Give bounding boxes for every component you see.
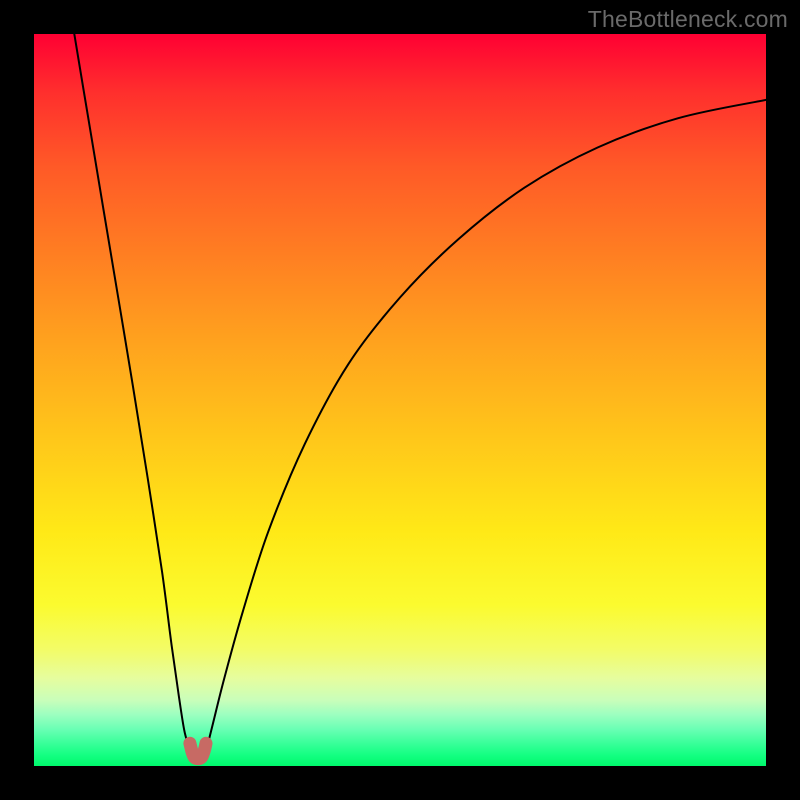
stage: TheBottleneck.com <box>0 0 800 800</box>
right-branch-line <box>208 100 767 746</box>
plot-area <box>34 34 766 766</box>
valley-marker-line <box>190 743 206 758</box>
curve-layer <box>34 34 766 766</box>
attribution-text: TheBottleneck.com <box>588 6 788 33</box>
left-branch-line <box>74 34 188 746</box>
